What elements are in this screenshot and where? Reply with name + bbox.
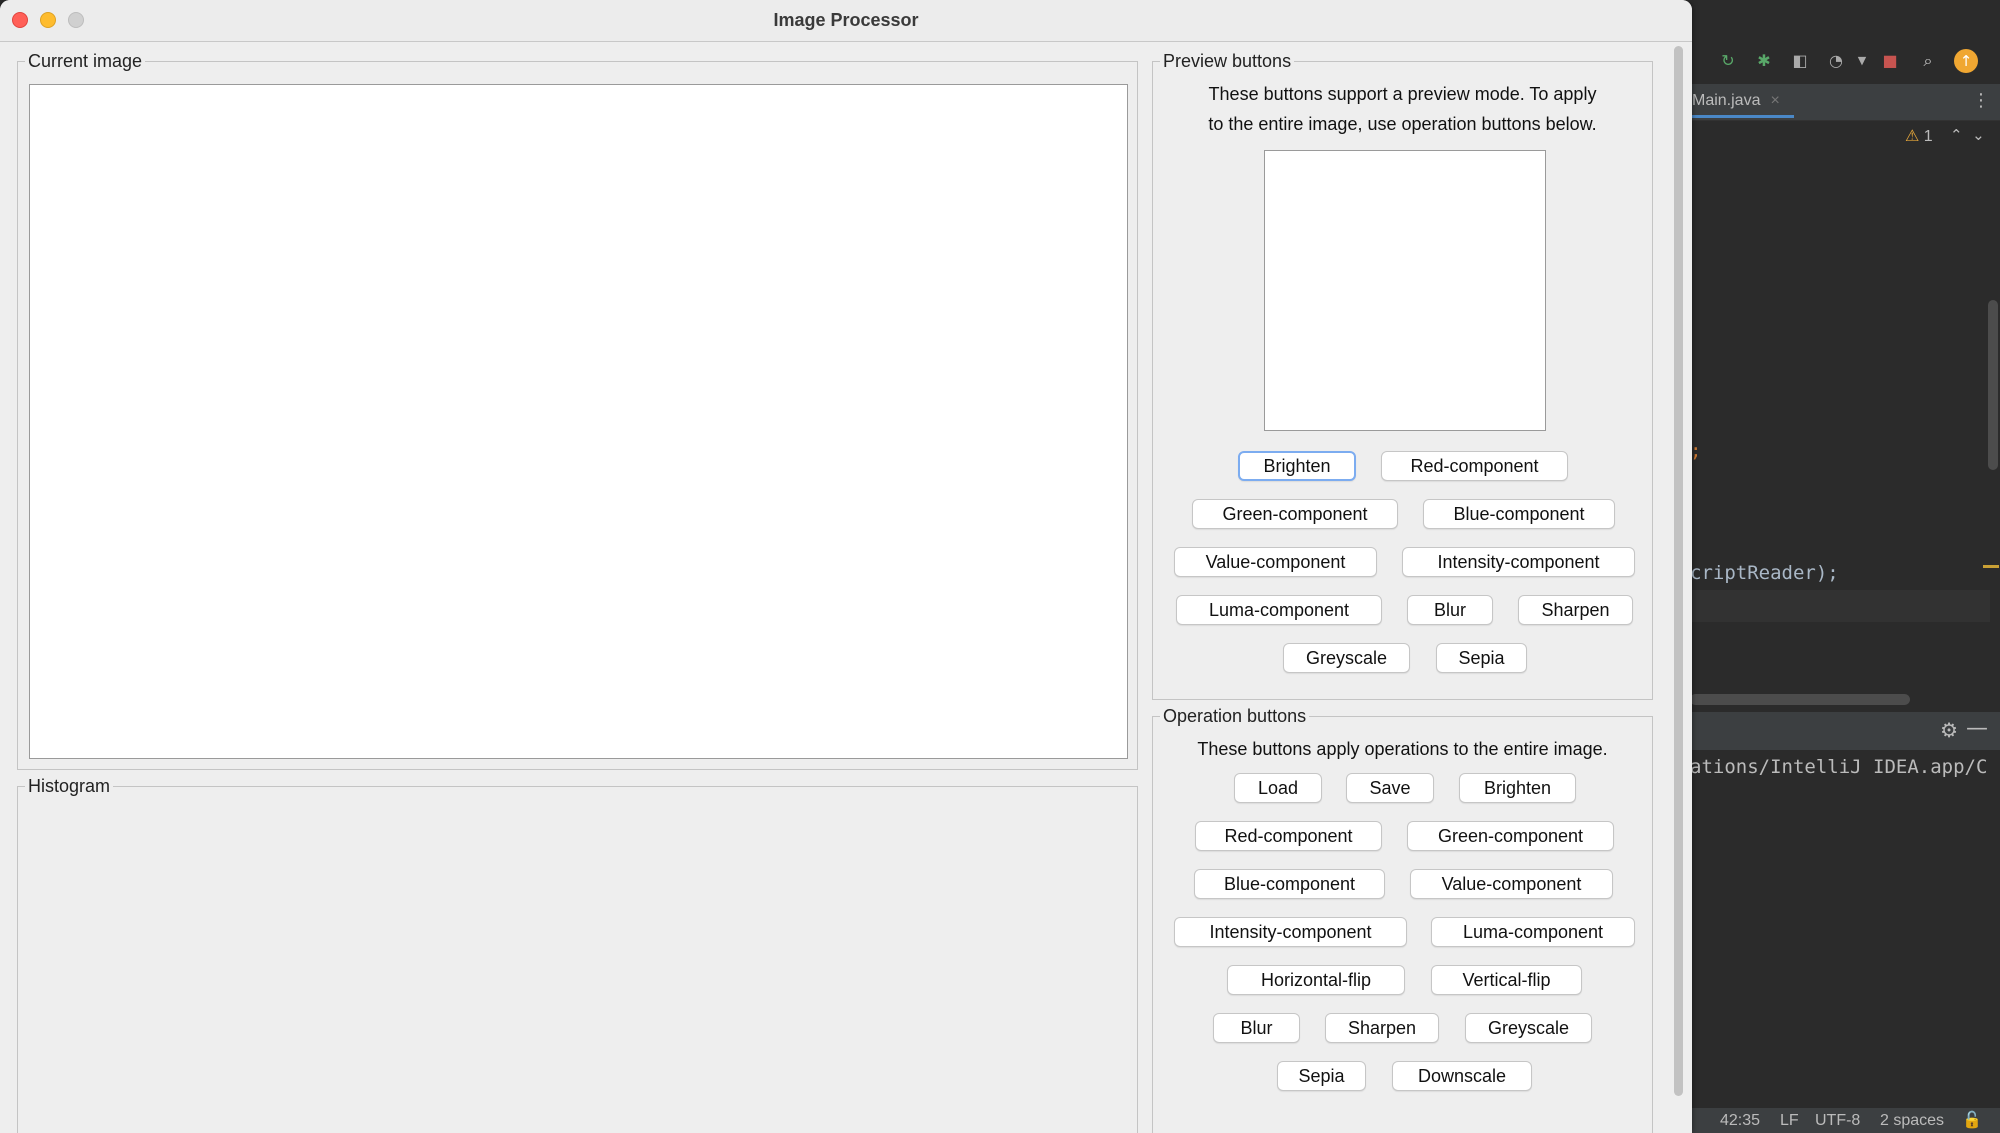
preview-blue-component-button[interactable]: Blue-component [1423, 499, 1615, 529]
histogram-panel: Histogram [17, 775, 1138, 1133]
histogram-legend: Histogram [25, 775, 114, 797]
tab-label: Main.java [1692, 92, 1761, 109]
downscale-button[interactable]: Downscale [1392, 1061, 1532, 1091]
ide-tab-bar: Main.java × ⋮ [1690, 84, 2000, 121]
greyscale-button[interactable]: Greyscale [1465, 1013, 1592, 1043]
ide-background: ↻ ✱ ◧ ◔ ▼ ■ ⌕ ↑ Main.java × ⋮ ⚠ 1 ⌃ ⌄ ; c… [1690, 0, 2000, 1133]
green-component-button[interactable]: Green-component [1407, 821, 1614, 851]
warning-count: 1 [1923, 128, 1933, 145]
window-title: Image Processor [773, 10, 919, 30]
line-separator[interactable]: LF [1780, 1108, 1799, 1133]
preview-sepia-button[interactable]: Sepia [1436, 643, 1527, 673]
value-component-button[interactable]: Value-component [1410, 869, 1613, 899]
editor-scrollbar[interactable] [1988, 300, 1998, 470]
profile-icon[interactable]: ◔ [1826, 51, 1846, 71]
preview-blur-button[interactable]: Blur [1407, 595, 1493, 625]
operations-legend: Operation buttons [1160, 705, 1310, 727]
luma-component-button[interactable]: Luma-component [1431, 917, 1635, 947]
close-window-button[interactable] [12, 12, 28, 28]
rerun-icon[interactable]: ↻ [1718, 51, 1738, 71]
preview-image-box [1264, 150, 1546, 431]
coverage-icon[interactable]: ◧ [1790, 51, 1810, 71]
operations-description: These buttons apply operations to the en… [1197, 739, 1608, 759]
editor-horizontal-scrollbar[interactable] [1690, 694, 1910, 705]
inspection-nav: ⌃ ⌄ [1950, 126, 1985, 144]
minimize-icon[interactable]: — [1966, 716, 1988, 741]
brighten-button[interactable]: Brighten [1459, 773, 1576, 803]
caret-position[interactable]: 42:35 [1720, 1108, 1760, 1133]
preview-red-component-button[interactable]: Red-component [1381, 451, 1568, 481]
preview-description-line1: These buttons support a preview mode. To… [1208, 84, 1597, 104]
load-button[interactable]: Load [1234, 773, 1322, 803]
indent-setting[interactable]: 2 spaces [1880, 1108, 1944, 1133]
image-processor-window: Image Processor Current image Histogram … [0, 0, 1692, 1133]
window-scrollbar[interactable] [1672, 44, 1686, 1124]
file-encoding[interactable]: UTF-8 [1815, 1108, 1860, 1133]
preview-brighten-button[interactable]: Brighten [1238, 451, 1356, 481]
preview-intensity-component-button[interactable]: Intensity-component [1402, 547, 1635, 577]
preview-sharpen-button[interactable]: Sharpen [1518, 595, 1633, 625]
preview-description-line2: to the entire image, use operation butto… [1208, 114, 1597, 134]
sepia-button[interactable]: Sepia [1277, 1061, 1366, 1091]
blue-component-button[interactable]: Blue-component [1194, 869, 1385, 899]
error-stripe-mark [1983, 565, 1999, 568]
run-console: ations/IntelliJ IDEA.app/C [1690, 750, 1990, 1055]
chevron-up-icon[interactable]: ⌃ [1950, 126, 1963, 144]
save-button[interactable]: Save [1346, 773, 1434, 803]
chevron-down-icon[interactable]: ▼ [1852, 51, 1872, 71]
caret-line-highlight [1690, 590, 1990, 622]
current-image-panel: Current image [17, 50, 1138, 770]
chevron-down-icon[interactable]: ⌄ [1972, 126, 1985, 144]
tab-main-java[interactable]: Main.java × [1690, 84, 1794, 118]
red-component-button[interactable]: Red-component [1195, 821, 1382, 851]
maximize-window-button[interactable] [68, 12, 84, 28]
sharpen-button[interactable]: Sharpen [1325, 1013, 1439, 1043]
preview-value-component-button[interactable]: Value-component [1174, 547, 1377, 577]
current-image-legend: Current image [25, 50, 146, 72]
current-image-canvas [29, 84, 1128, 759]
warning-indicator[interactable]: ⚠ 1 [1905, 126, 1933, 146]
preview-buttons-panel: Preview buttons These buttons support a … [1152, 50, 1653, 700]
more-icon[interactable]: ⋮ [1972, 84, 1990, 118]
horizontal-flip-button[interactable]: Horizontal-flip [1227, 965, 1405, 995]
vertical-flip-button[interactable]: Vertical-flip [1431, 965, 1582, 995]
debug-icon[interactable]: ✱ [1754, 51, 1774, 71]
ide-toolbar: ↻ ✱ ◧ ◔ ▼ ■ ⌕ ↑ [1690, 46, 2000, 76]
search-icon[interactable]: ⌕ [1918, 51, 1938, 71]
preview-luma-component-button[interactable]: Luma-component [1176, 595, 1382, 625]
stop-icon[interactable]: ■ [1880, 51, 1900, 71]
preview-green-component-button[interactable]: Green-component [1192, 499, 1398, 529]
update-icon[interactable]: ↑ [1954, 49, 1978, 73]
intensity-component-button[interactable]: Intensity-component [1174, 917, 1407, 947]
operation-buttons-panel: Operation buttons These buttons apply op… [1152, 705, 1653, 1133]
gear-icon[interactable]: ⚙ [1940, 718, 1958, 742]
run-toolbar: ⚙ — [1690, 712, 2000, 750]
code-text: criptReader); [1690, 562, 1839, 584]
close-icon[interactable]: × [1770, 92, 1779, 109]
minimize-window-button[interactable] [40, 12, 56, 28]
warning-icon: ⚠ [1905, 128, 1920, 145]
preview-legend: Preview buttons [1160, 50, 1295, 72]
lock-icon[interactable]: 🔓 [1962, 1108, 1982, 1133]
console-line: ations/IntelliJ IDEA.app/C [1690, 756, 1988, 778]
preview-greyscale-button[interactable]: Greyscale [1283, 643, 1410, 673]
code-line: criptReader); [1690, 562, 1839, 584]
window-scrollbar-thumb[interactable] [1674, 46, 1683, 1096]
status-bar: 42:35 LF UTF-8 2 spaces 🔓 [1690, 1108, 2000, 1133]
blur-button[interactable]: Blur [1213, 1013, 1300, 1043]
title-bar[interactable]: Image Processor [0, 0, 1692, 42]
